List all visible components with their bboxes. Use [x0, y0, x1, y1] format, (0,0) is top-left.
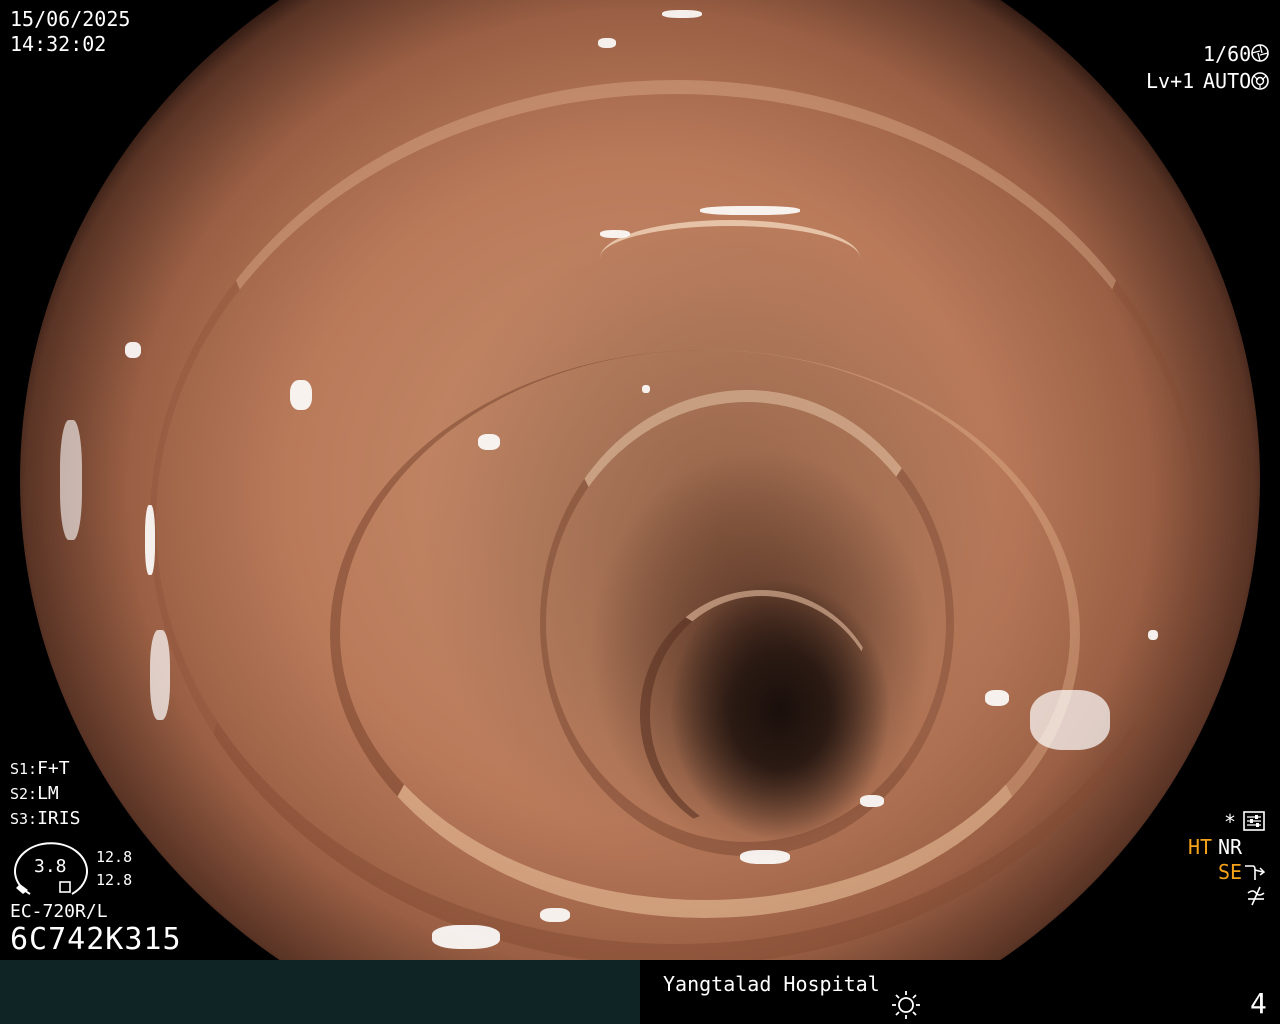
iris-icon [1251, 72, 1269, 90]
bottom-bar-right-panel: Yangtalad Hospital 4 [640, 960, 1280, 1024]
s2-value: LM [37, 783, 59, 804]
light-reflection [740, 850, 790, 864]
bottom-bar-left-panel [0, 960, 640, 1024]
gauge-reading-lower: 12.8 [96, 871, 133, 889]
shutter-speed: 1/60 [1203, 42, 1252, 66]
light-reflection [125, 342, 141, 358]
light-reflection [1148, 630, 1158, 640]
nr-indicator: NR [1218, 835, 1243, 859]
settings-sliders-icon [1243, 811, 1265, 831]
scope-serial: 6C742K315 [10, 922, 182, 957]
s3-label: S3: [10, 810, 38, 828]
scope-model: EC-720R/L [10, 901, 108, 922]
date-display: 15/06/2025 [10, 7, 131, 31]
light-reflection [662, 10, 702, 18]
time-display: 14:32:02 [10, 32, 107, 56]
bottom-info-bar: Yangtalad Hospital 4 [0, 960, 1280, 1024]
se-indicator: SE [1218, 860, 1243, 884]
endoscopy-view [0, 0, 1280, 960]
light-reflection [600, 230, 630, 238]
light-reflection [432, 925, 500, 949]
ht-indicator: HT [1188, 835, 1213, 859]
light-reflection [985, 690, 1009, 706]
s2-label: S2: [10, 785, 38, 803]
gauge-value: 3.8 [34, 856, 67, 877]
wave-icon [1247, 886, 1265, 906]
light-reflection [478, 434, 500, 450]
sun-icon [892, 991, 920, 1019]
s1-value: F+T [37, 758, 70, 779]
light-reflection [60, 420, 82, 540]
light-reflection [145, 505, 155, 575]
exposure-mode: AUTO [1203, 69, 1252, 93]
gauge-reading-upper: 12.8 [96, 848, 133, 866]
asterisk-indicator: * [1224, 810, 1237, 834]
image-number: 4 [1250, 987, 1267, 1020]
light-reflection [150, 630, 170, 720]
light-reflection [540, 908, 570, 922]
light-reflection [290, 380, 312, 410]
light-reflection [860, 795, 884, 807]
hospital-name: Yangtalad Hospital [663, 972, 880, 996]
s3-value: IRIS [37, 808, 81, 829]
brightness-level: Lv+1 [1146, 69, 1195, 93]
light-reflection [598, 38, 616, 48]
light-reflection [642, 385, 650, 393]
aperture-icon [1251, 44, 1269, 62]
light-reflection [700, 206, 800, 215]
mucosal-fold [640, 590, 882, 840]
s1-label: S1: [10, 760, 38, 778]
mucosal-fold [600, 220, 860, 296]
enhancement-icon [1245, 865, 1266, 880]
light-reflection [1030, 690, 1110, 750]
